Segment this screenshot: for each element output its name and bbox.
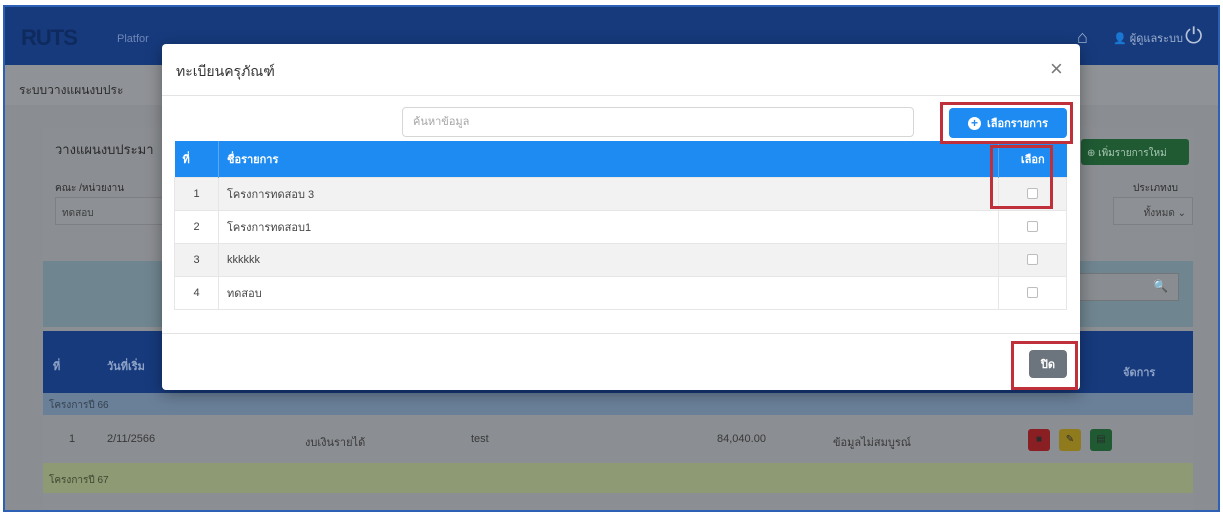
app-logo[interactable]: RUTS [21,25,78,51]
row-name: kkkkkk [218,242,999,277]
bg-col-no: ที่ [53,361,61,373]
row-pick-cell [998,209,1067,244]
row-pick-cell [998,275,1067,310]
user-menu[interactable]: 👤 ผู้ดูแลระบบ [1113,29,1183,47]
row-name: โครงการทดสอบ 3 [218,176,999,211]
modal-footer: ปิด [162,333,1080,390]
modal-title: ทะเบียนครุภัณฑ์ [176,63,275,79]
row-checkbox[interactable] [1027,287,1038,299]
highlight-close-button [1011,341,1078,390]
table-row: 1 โครงการทดสอบ 3 [174,176,1067,211]
equipment-table: ที่ ชื่อรายการ เลือก 1 โครงการทดสอบ 3 2 … [174,141,1067,310]
row-no: 4 [174,275,219,310]
cell-date: 2/11/2566 [107,433,156,445]
trash-icon[interactable]: ■ [1028,429,1050,451]
table-row: 3 kkkkkk [174,242,1067,277]
group-row: โครงการปี 67 [43,463,1193,493]
equipment-modal: ทะเบียนครุภัณฑ์ × + เลือกรายการ ที่ ชื่อ… [162,44,1080,390]
user-icon: 👤 [1113,33,1127,45]
row-no: 2 [174,209,219,244]
table-row: 1 2/11/2566 งบเงินรายได้ test 84,040.00 … [43,415,1193,463]
row-name: ทดสอบ [218,275,999,310]
col-header-no: ที่ [174,141,219,177]
brand-subtitle: Platfor [117,33,149,45]
cell-status: ข้อมูลไม่สมบูรณ์ [833,437,911,449]
modal-header: ทะเบียนครุภัณฑ์ × [162,44,1080,96]
card-title: วางแผนงบประมา [55,142,154,157]
group-label: โครงการปี 66 [49,400,109,411]
highlight-select-button [940,102,1073,144]
add-item-button[interactable]: ⊕ เพิ่มรายการใหม่ [1081,139,1189,165]
budget-type-label: ประเภทงบ [1133,183,1178,194]
group-label: โครงการปี 67 [49,475,109,486]
page-title: ระบบวางแผนงบประ [19,83,124,97]
user-name: ผู้ดูแลระบบ [1129,33,1183,45]
table-row: 2 โครงการทดสอบ1 [174,209,1067,244]
search-icon[interactable]: 🔍 [1153,279,1168,293]
row-pick-cell [998,242,1067,277]
search-input[interactable] [402,107,914,137]
col-header-name: ชื่อรายการ [218,141,999,177]
row-no: 1 [174,176,219,211]
file-icon[interactable]: ▤ [1090,429,1112,451]
row-name: โครงการทดสอบ1 [218,209,999,244]
budget-type-select[interactable]: ทั้งหมด ⌄ [1113,197,1193,225]
edit-icon[interactable]: ✎ [1059,429,1081,451]
row-no: 3 [174,242,219,277]
cell-name: test [471,433,489,445]
close-icon[interactable]: × [1050,56,1063,82]
cell-amount: 84,040.00 [717,433,766,445]
group-row: โครงการปี 66 [43,393,1193,415]
power-icon[interactable]: ⏻ [1185,23,1202,49]
dept-label: คณะ /หน่วยงาน [55,183,125,194]
table-row: 4 ทดสอบ [174,275,1067,310]
row-checkbox[interactable] [1027,221,1038,233]
plus-circle-icon: ⊕ [1087,148,1096,159]
highlight-pick-column [990,145,1053,209]
screenshot-frame: RUTS Platfor ⌂ 👤 ผู้ดูแลระบบ ⏻ ระบบวางแผ… [3,5,1220,512]
dept-select[interactable]: ทดสอบ [55,197,165,225]
budget-type-value: ทั้งหมด [1143,208,1175,219]
table-header-row: ที่ ชื่อรายการ เลือก [174,141,1067,177]
row-checkbox[interactable] [1027,254,1038,266]
cell-type: งบเงินรายได้ [305,437,366,449]
add-item-label: เพิ่มรายการใหม่ [1098,148,1167,159]
bg-col-date: วันที่เริ่ม [107,361,145,373]
bg-col-manage: จัดการ [1123,367,1156,379]
cell-no: 1 [69,433,76,445]
